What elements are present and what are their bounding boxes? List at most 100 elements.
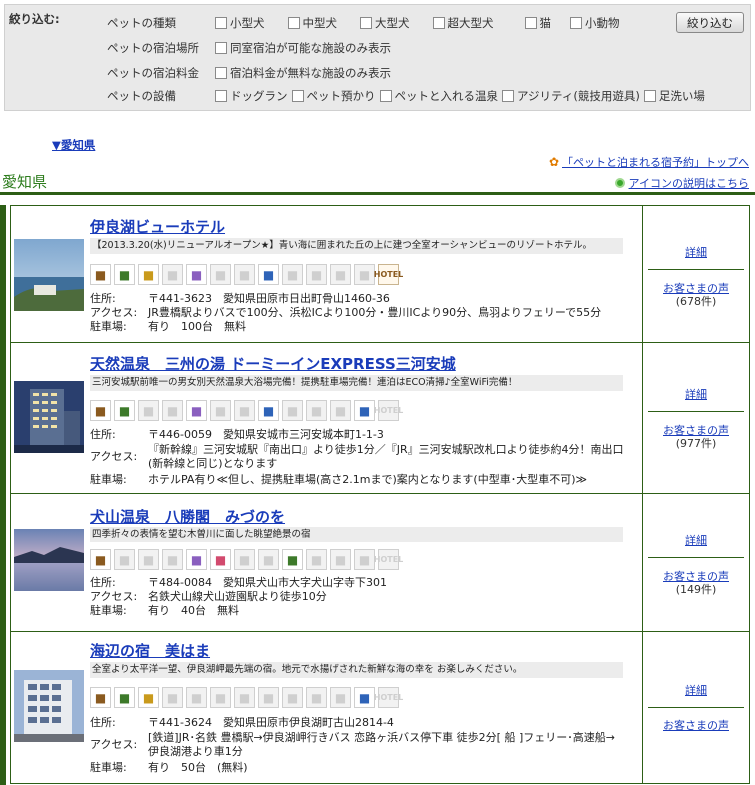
cat-icon: ■ (186, 400, 207, 421)
detail-link[interactable]: 詳細 (643, 244, 749, 260)
large-dog-icon: ■ (138, 549, 159, 570)
reviews-link[interactable]: お客さまの声 (977件) (643, 424, 749, 450)
icon-legend-link[interactable]: アイコンの説明はこちら (614, 175, 749, 191)
checkbox[interactable] (215, 67, 227, 79)
option-medium-dog[interactable]: 中型犬 (287, 15, 337, 31)
checkbox[interactable] (215, 42, 227, 54)
amenity-icons: ■ ■ ■ ■ ■ ■ ■ ■ ■ ■ ■ ■ HOTEL (90, 264, 403, 285)
option-agility[interactable]: アジリティ(競技用遊具) (502, 88, 640, 104)
small-animal-icon: ■ (210, 687, 231, 708)
hotel-main: 海辺の宿 美はま 全室より太平洋一望、伊良湖岬最先端の宿。地元で水揚げされた新鮮… (11, 632, 643, 783)
hotel-photo[interactable] (14, 239, 84, 311)
filter-submit-button[interactable]: 絞り込む (676, 12, 744, 33)
agility-icon: ■ (330, 549, 351, 570)
filter-panel: 絞り込む: ペットの種類 小型犬 中型犬 大型犬 超大型犬 猫 小動物 ペットの… (4, 4, 751, 111)
trimming-icon: ■ (234, 400, 255, 421)
hotel-name-link[interactable]: 伊良湖ビューホテル (90, 216, 225, 237)
checkbox[interactable] (291, 90, 304, 102)
option-pet-onsen[interactable]: ペットと入れる温泉 (379, 88, 498, 104)
divider (648, 557, 744, 558)
hotel-parking: 有り 100台 無料 (148, 320, 246, 333)
left-accent-bar (0, 205, 6, 785)
cat-icon: ■ (186, 687, 207, 708)
filter-label: ペットの設備 (107, 89, 176, 103)
prefecture-anchor-link[interactable]: ▼愛知県 (52, 137, 95, 153)
trimming-icon: ■ (234, 549, 255, 570)
hotel-photo[interactable] (14, 381, 84, 453)
dog-run-icon: ■ (282, 549, 303, 570)
hotel-access: [鉄道]JR･名鉄 豊橋駅→伊良湖岬行きバス 恋路ヶ浜バス停下車 徒歩2分[ 船… (148, 731, 615, 758)
hotel-access: JR豊橋駅よりバスで100分、浜松ICより100分・豊川ICより90分、鳥羽より… (148, 306, 602, 319)
checkbox[interactable] (502, 90, 514, 102)
detail-link[interactable]: 詳細 (643, 386, 749, 402)
medium-dog-icon: ■ (114, 687, 135, 708)
checkbox[interactable] (360, 17, 372, 29)
small-animal-icon: ■ (210, 549, 231, 570)
checkbox[interactable] (215, 90, 227, 102)
option-foot-wash[interactable]: 足洗い場 (643, 88, 705, 104)
filter-label: ペットの宿泊料金 (107, 66, 199, 80)
option-pet-sitting[interactable]: ペット預かり (291, 88, 376, 104)
reviews-link[interactable]: お客さまの声 (149件) (643, 570, 749, 596)
hotel-main: 天然温泉 三州の湯 ドーミーインEXPRESS三河安城 三河安城駅前唯一の男女別… (11, 343, 643, 493)
dog-run-icon: ■ (282, 687, 303, 708)
review-count: (977件) (675, 437, 717, 450)
onsen-icon: ■ (306, 264, 327, 285)
hotel-building-icon: HOTEL (374, 549, 403, 570)
hotel-access: 『新幹線』三河安城駅『南出口』より徒歩1分／『JR』三河安城駅改札口より徒歩約4… (148, 443, 624, 470)
filter-title: 絞り込む: (9, 12, 60, 26)
option-cat[interactable]: 猫 (524, 15, 551, 31)
checkbox[interactable] (643, 90, 656, 102)
hotel-building-icon: HOTEL (374, 687, 403, 708)
prefecture-title: 愛知県 (2, 173, 48, 191)
reviews-link[interactable]: お客さまの声 (678件) (643, 282, 749, 308)
checkbox[interactable] (379, 90, 392, 102)
hotel-catchphrase: 全室より太平洋一望、伊良湖岬最先端の宿。地元で水揚げされた新鮮な海の幸を お楽し… (90, 662, 623, 678)
option-large-dog[interactable]: 大型犬 (360, 15, 410, 31)
hotel-photo[interactable] (14, 670, 84, 742)
xlarge-dog-icon: ■ (162, 400, 183, 421)
detail-link[interactable]: 詳細 (643, 532, 749, 548)
agility-icon: ■ (330, 264, 351, 285)
option-small-dog[interactable]: 小型犬 (215, 15, 265, 31)
hotel-name-link[interactable]: 天然温泉 三州の湯 ドーミーインEXPRESS三河安城 (90, 353, 456, 374)
option-free-fee[interactable]: 宿泊料金が無料な施設のみ表示 (215, 65, 391, 81)
onsen-icon: ■ (306, 687, 327, 708)
option-same-room[interactable]: 同室宿泊が可能な施設のみ表示 (215, 40, 391, 56)
hotel-catchphrase: 三河安城駅前唯一の男女別天然温泉大浴場完備！提携駐車場完備！連泊はECO清掃♪全… (90, 375, 623, 391)
divider (648, 269, 744, 270)
small-dog-icon: ■ (90, 264, 111, 285)
hotel-side: 詳細 お客さまの声 (678件) (643, 206, 749, 342)
detail-link[interactable]: 詳細 (643, 682, 749, 698)
dog-run-icon: ■ (282, 264, 303, 285)
amenity-icons: ■ ■ ■ ■ ■ ■ ■ ■ ■ ■ ■ ■ HOTEL (90, 687, 403, 708)
cat-icon: ■ (186, 549, 207, 570)
option-dog-run[interactable]: ドッグラン (215, 88, 288, 104)
small-dog-icon: ■ (90, 549, 111, 570)
reviews-link[interactable]: お客さまの声 (643, 719, 749, 732)
xlarge-dog-icon: ■ (162, 264, 183, 285)
divider (648, 707, 744, 708)
hotel-address: 〒446-0059 愛知県安城市三河安城本町1-1-3 (148, 428, 384, 441)
pet-bed-icon: ■ (258, 549, 279, 570)
hotel-catchphrase: 四季折々の表情を望む木曽川に面した眺望絶景の宿 (90, 527, 623, 542)
hotel-photo[interactable] (14, 529, 84, 591)
hotel-info: 住所: 〒441-3624 愛知県田原市伊良湖町古山2814-4 アクセス: [鉄道… (90, 716, 624, 775)
hotel-building-icon: HOTEL (374, 264, 403, 285)
checkbox[interactable] (287, 17, 300, 29)
option-small-animal[interactable]: 小動物 (570, 15, 620, 31)
checkbox[interactable] (432, 17, 445, 29)
checkbox[interactable] (570, 17, 582, 29)
top-page-link[interactable]: ✿ 「ペットと泊まれる宿予約」トップへ (549, 154, 749, 170)
hotel-address: 〒441-3624 愛知県田原市伊良湖町古山2814-4 (148, 716, 394, 729)
paw-print-icon: ■ (354, 687, 375, 708)
small-animal-icon: ■ (210, 264, 231, 285)
hotel-item: 伊良湖ビューホテル 【2013.3.20(水)リニューアルオープン★】青い海に囲… (11, 206, 749, 343)
option-xlarge-dog[interactable]: 超大型犬 (432, 15, 494, 31)
checkbox[interactable] (215, 17, 227, 29)
agility-icon: ■ (330, 687, 351, 708)
hotel-name-link[interactable]: 海辺の宿 美はま (90, 640, 210, 661)
hotel-address: 〒441-3623 愛知県田原市日出町骨山1460-36 (148, 292, 390, 305)
checkbox[interactable] (524, 17, 537, 29)
hotel-name-link[interactable]: 犬山温泉 八勝閣 みづのを (90, 506, 285, 527)
